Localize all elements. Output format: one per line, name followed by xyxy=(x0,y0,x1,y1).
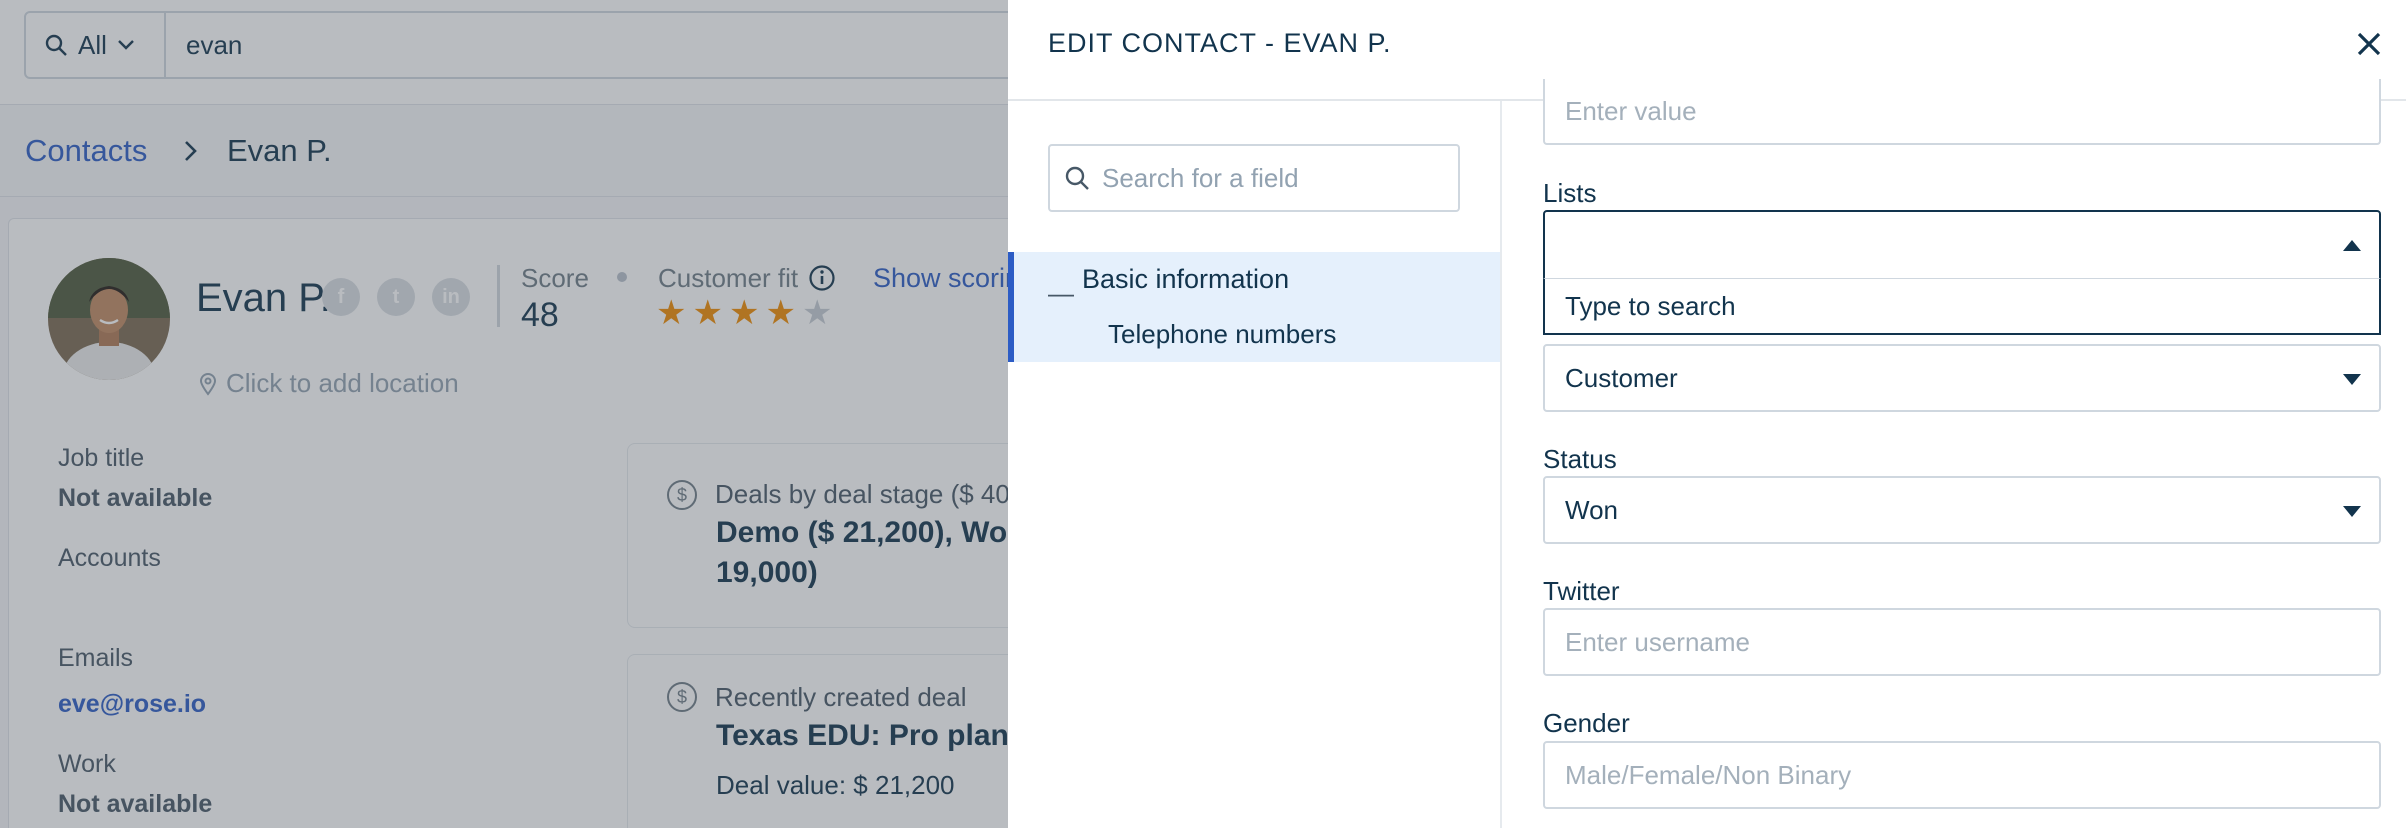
status-select[interactable]: Won xyxy=(1543,476,2381,544)
status-value: Won xyxy=(1565,494,1618,525)
field-search[interactable] xyxy=(1048,144,1460,212)
drawer-title: EDIT CONTACT - EVAN P. xyxy=(1048,28,1392,58)
lists-dropdown-hint: Type to search xyxy=(1543,278,2381,335)
field-search-input[interactable] xyxy=(1102,162,1442,194)
gender-input[interactable] xyxy=(1543,741,2381,809)
lifecycle-stage-select[interactable]: Customer xyxy=(1543,344,2381,412)
collapse-dash-icon[interactable]: — xyxy=(1048,278,1074,309)
twitter-input-field[interactable] xyxy=(1565,626,2345,658)
twitter-label: Twitter xyxy=(1543,576,1620,606)
gender-label: Gender xyxy=(1543,708,1630,738)
value-input[interactable] xyxy=(1543,79,2381,145)
edit-contact-drawer: EDIT CONTACT - EVAN P. — Basic informati… xyxy=(1008,0,2406,828)
nav-basic-information[interactable]: Basic information xyxy=(1082,264,1289,295)
value-input-field[interactable] xyxy=(1565,95,2345,127)
lifecycle-stage-value: Customer xyxy=(1565,362,1678,393)
caret-up-icon xyxy=(2343,240,2361,251)
search-icon xyxy=(1065,166,1089,190)
lists-select[interactable] xyxy=(1543,210,2381,280)
modal-backdrop[interactable] xyxy=(0,0,1008,828)
caret-down-icon xyxy=(2343,374,2361,385)
lists-label: Lists xyxy=(1543,178,1597,208)
twitter-input[interactable] xyxy=(1543,608,2381,676)
gender-input-field[interactable] xyxy=(1565,759,2345,791)
status-label: Status xyxy=(1543,444,1617,474)
caret-down-icon xyxy=(2343,506,2361,517)
nav-telephone-numbers[interactable]: Telephone numbers xyxy=(1108,319,1336,350)
close-icon[interactable] xyxy=(2351,26,2387,62)
